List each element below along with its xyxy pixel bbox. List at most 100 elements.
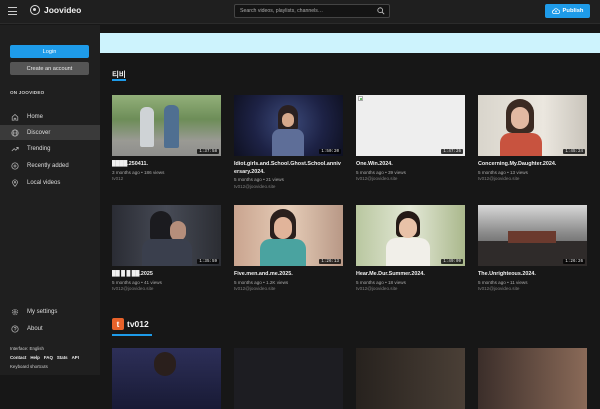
sidebar-item-trending[interactable]: Trending — [0, 141, 100, 156]
video-channel[interactable]: tv012@joovideo.site — [234, 184, 343, 191]
video-duration: 1:45:24 — [563, 149, 585, 154]
video-channel[interactable]: tv012@joovideo.site — [112, 286, 221, 293]
video-thumbnail[interactable]: 1:45:24 — [478, 95, 587, 156]
home-icon — [11, 113, 19, 121]
figure-shape — [386, 238, 430, 266]
interface-language[interactable]: Interface: English — [10, 346, 44, 351]
video-thumbnail[interactable] — [112, 348, 221, 409]
sidebar-item-settings[interactable]: My settings — [0, 304, 100, 319]
figure-shape — [150, 211, 172, 241]
logo-icon — [30, 5, 40, 15]
video-thumbnail[interactable]: 1:50:20 — [234, 95, 343, 156]
figure-shape — [164, 105, 179, 148]
video-title[interactable]: ████.250411. — [112, 161, 221, 169]
create-account-button[interactable]: Create an account — [10, 62, 89, 75]
figure-shape — [170, 221, 186, 241]
video-channel[interactable]: tv012@joovideo.site — [356, 176, 465, 183]
globe-icon — [11, 128, 19, 137]
sidebar-item-local-videos[interactable]: Local videos — [0, 175, 100, 190]
video-title[interactable]: Hear.Me.Dur.Summer.2024. — [356, 271, 465, 279]
footer-link-stats[interactable]: Stats — [57, 355, 68, 360]
sidebar-item-discover[interactable]: Discover — [0, 125, 100, 140]
video-title[interactable]: One.Win.2024. — [356, 161, 465, 169]
figure-shape — [508, 231, 556, 243]
channel-section-title[interactable]: t tv012 — [112, 318, 149, 330]
video-title[interactable]: The.Unrighteous.2024. — [478, 271, 587, 279]
video-channel[interactable]: tv012@joovideo.site — [478, 286, 587, 293]
video-card[interactable]: 1:26:13 Five.men.and.me.2025. 5 months a… — [234, 205, 343, 293]
video-channel[interactable]: tv012@joovideo.site — [234, 286, 343, 293]
video-thumbnail[interactable] — [234, 348, 343, 409]
video-card[interactable]: 1:26:26 The.Unrighteous.2024. 5 months a… — [478, 205, 587, 293]
channel-name: tv012 — [127, 319, 149, 329]
location-pin-icon — [12, 178, 18, 187]
video-thumbnail[interactable]: 1:49:09 — [356, 205, 465, 266]
video-thumbnail[interactable]: 1:47:26 — [356, 95, 465, 156]
sidebar-item-about[interactable]: About — [0, 321, 100, 336]
video-channel[interactable]: tv012@joovideo.site — [356, 286, 465, 293]
video-channel[interactable]: tv012@joovideo.site — [478, 176, 587, 183]
sidebar-item-label: About — [27, 325, 43, 332]
sidebar-item-label: Discover — [27, 129, 51, 136]
video-duration: 1:50:20 — [319, 149, 341, 154]
video-thumbnail[interactable]: 1:37:58 — [112, 95, 221, 156]
video-duration: 1:47:26 — [441, 149, 463, 154]
video-duration: 1:37:58 — [197, 149, 219, 154]
footer-link-faq[interactable]: FAQ — [44, 355, 53, 360]
video-thumbnail[interactable]: 1:26:13 — [234, 205, 343, 266]
footer-link-contact[interactable]: Contact — [10, 355, 26, 360]
video-card[interactable]: 1:45:24 Concerning.My.Daughter.2024. 5 m… — [478, 95, 587, 183]
hamburger-menu-icon[interactable] — [8, 7, 17, 15]
publish-label: Publish — [562, 8, 584, 14]
figure-shape — [274, 217, 292, 239]
cloud-upload-icon — [551, 8, 560, 14]
site-logo[interactable]: Joovideo — [30, 5, 81, 15]
video-card[interactable]: 1:47:26 One.Win.2024. 5 months ago • 39 … — [356, 95, 465, 183]
search-box — [234, 4, 390, 18]
video-channel[interactable]: tv012 — [112, 176, 221, 183]
sidebar-item-home[interactable]: Home — [0, 109, 100, 124]
sidebar-item-label: Trending — [27, 145, 51, 152]
video-card[interactable]: 1:50:20 Idiot.girls.and.School.Ghost.Sch… — [234, 95, 343, 190]
sidebar-section-heading: ON JOOVIDEO — [10, 90, 45, 95]
figure-shape — [260, 239, 306, 266]
footer-link-api[interactable]: API — [72, 355, 79, 360]
announcement-banner — [100, 33, 600, 53]
section-title[interactable]: 티비 — [112, 69, 126, 81]
search-icon[interactable] — [377, 7, 385, 15]
broken-image-icon — [358, 96, 363, 101]
video-card[interactable] — [356, 348, 465, 409]
video-card[interactable] — [112, 348, 221, 409]
video-duration: 1:26:13 — [319, 259, 341, 264]
video-thumbnail[interactable] — [478, 348, 587, 409]
video-title[interactable]: Idiot.girls.and.School.Ghost.School.anni… — [234, 161, 343, 176]
video-title[interactable]: Five.men.and.me.2025. — [234, 271, 343, 279]
gear-icon — [11, 308, 19, 315]
video-thumbnail[interactable]: 1:35:59 — [112, 205, 221, 266]
sidebar-item-recently-added[interactable]: Recently added — [0, 158, 100, 173]
section-title-text: 티비 — [112, 70, 126, 79]
figure-shape — [154, 352, 176, 376]
video-thumbnail[interactable]: 1:26:26 — [478, 205, 587, 266]
trending-icon — [11, 146, 19, 151]
footer-link-help[interactable]: Help — [30, 355, 40, 360]
plus-circle-icon — [11, 161, 19, 170]
video-duration: 1:35:59 — [197, 259, 219, 264]
video-card[interactable] — [478, 348, 587, 409]
site-name: Joovideo — [44, 5, 82, 15]
search-input[interactable] — [240, 5, 375, 17]
question-icon — [11, 324, 19, 333]
video-duration: 1:26:26 — [563, 259, 585, 264]
video-card[interactable]: 1:35:59 ██ █ █ ██.2025 5 months ago • 41… — [112, 205, 221, 293]
login-button[interactable]: Login — [10, 45, 89, 58]
video-title[interactable]: Concerning.My.Daughter.2024. — [478, 161, 587, 169]
figure-shape — [500, 133, 542, 156]
video-card[interactable]: 1:37:58 ████.250411. 3 months ago • 186 … — [112, 95, 221, 183]
keyboard-shortcuts-link[interactable]: Keyboard shortcuts — [10, 364, 48, 369]
video-thumbnail[interactable] — [356, 348, 465, 409]
publish-button[interactable]: Publish — [545, 4, 590, 18]
video-card[interactable] — [234, 348, 343, 409]
figure-shape — [140, 107, 154, 147]
video-card[interactable]: 1:49:09 Hear.Me.Dur.Summer.2024. 5 month… — [356, 205, 465, 293]
video-title[interactable]: ██ █ █ ██.2025 — [112, 271, 221, 279]
